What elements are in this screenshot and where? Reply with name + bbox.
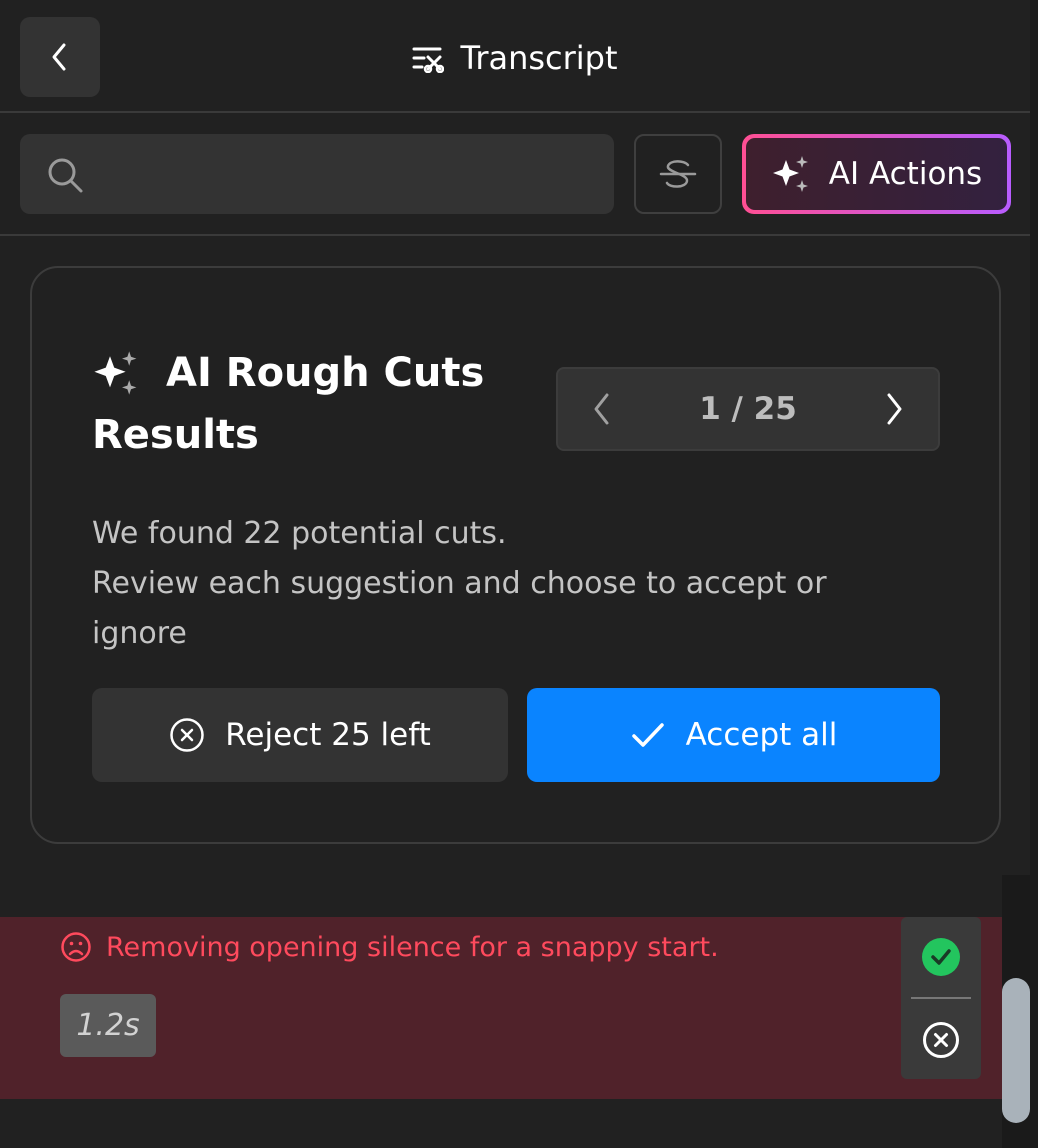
x-circle-icon xyxy=(170,718,205,752)
strikethrough-icon xyxy=(659,160,697,188)
search-icon xyxy=(48,158,83,193)
duration-badge: 1.2s xyxy=(60,994,156,1057)
pager: 1 / 25 xyxy=(556,367,940,451)
search-box[interactable] xyxy=(20,134,614,214)
rough-cuts-card: AI Rough Cuts Results 1 / 25 We found 22… xyxy=(30,266,1001,844)
card-title-line2: Results xyxy=(92,412,259,458)
scrollbar-thumb[interactable] xyxy=(1002,978,1030,1123)
suggestion-actions-divider xyxy=(911,997,971,999)
suggestion-text-row: Removing opening silence for a snappy st… xyxy=(60,931,719,963)
header: Transcript xyxy=(0,0,1030,113)
accept-all-button[interactable]: Accept all xyxy=(527,688,940,782)
sad-face-icon xyxy=(61,932,91,962)
sparkles-icon xyxy=(772,156,808,192)
desc-line-2: Review each suggestion and choose to acc… xyxy=(92,566,827,601)
suggestion-actions xyxy=(901,917,981,1079)
accept-all-label: Accept all xyxy=(685,717,838,753)
card-description: We found 22 potential cuts. Review each … xyxy=(92,509,892,659)
check-icon xyxy=(631,723,664,747)
ai-actions-button[interactable]: AI Actions xyxy=(742,134,1011,214)
sparkles-icon xyxy=(94,351,137,395)
pager-text: 1 / 25 xyxy=(699,391,797,427)
card-title-row: AI Rough Cuts xyxy=(92,338,484,408)
desc-line-1: We found 22 potential cuts. xyxy=(92,516,507,551)
search-input[interactable] xyxy=(110,134,600,214)
suggestion-item[interactable]: Removing opening silence for a snappy st… xyxy=(0,917,1002,1099)
reject-label: Reject 25 left xyxy=(225,717,431,753)
desc-line-3: ignore xyxy=(92,616,187,651)
pager-next-icon[interactable] xyxy=(882,391,906,427)
page-title: Transcript xyxy=(0,36,1030,80)
page-title-text: Transcript xyxy=(460,39,618,77)
transcript-icon xyxy=(412,47,445,73)
check-circle-icon[interactable] xyxy=(921,937,961,977)
ai-actions-label: AI Actions xyxy=(828,156,983,192)
card-title: AI Rough Cuts xyxy=(166,350,485,396)
strikethrough-button[interactable] xyxy=(634,134,722,214)
x-circle-icon[interactable] xyxy=(921,1020,961,1060)
suggestion-text: Removing opening silence for a snappy st… xyxy=(106,931,719,963)
reject-button[interactable]: Reject 25 left xyxy=(92,688,508,782)
panel-edge xyxy=(1030,0,1038,1148)
toolbar: AI Actions xyxy=(0,113,1030,236)
